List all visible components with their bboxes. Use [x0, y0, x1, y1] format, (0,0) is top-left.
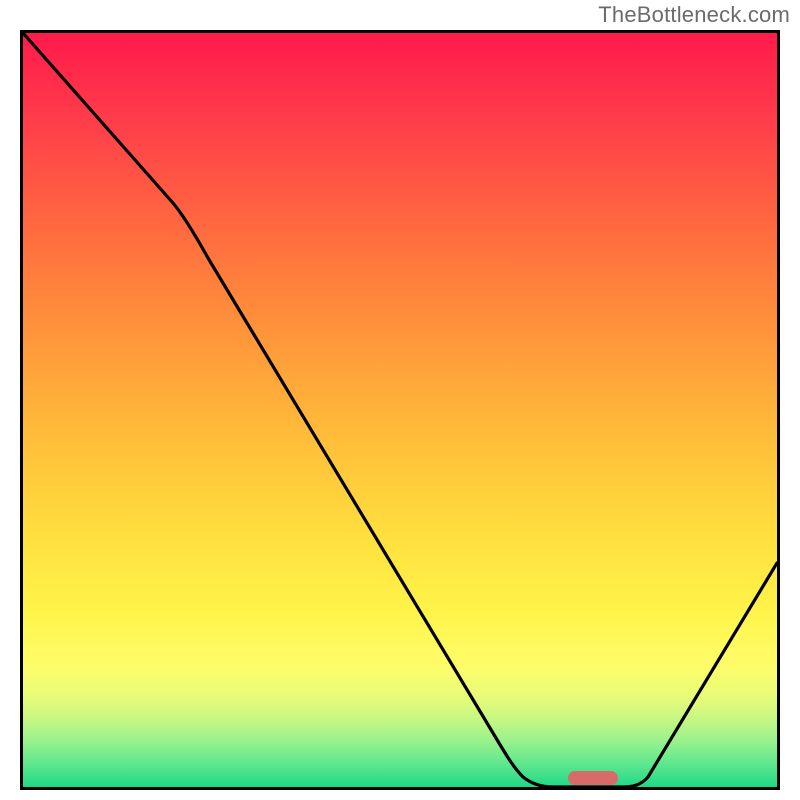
optimal-marker	[568, 771, 618, 785]
chart-plot-area	[20, 30, 780, 790]
watermark-text: TheBottleneck.com	[598, 2, 790, 28]
curve-path	[23, 33, 777, 787]
bottleneck-curve	[23, 33, 777, 787]
chart-container: TheBottleneck.com	[0, 0, 800, 800]
